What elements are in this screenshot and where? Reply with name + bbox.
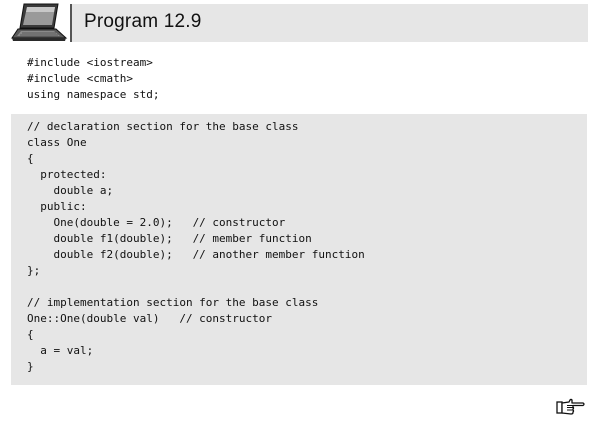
code-line: One(double = 2.0); // constructor (27, 216, 286, 229)
code-line: } (27, 360, 34, 373)
code-line: { (27, 152, 34, 165)
pointing-hand-icon[interactable] (556, 398, 586, 416)
code-block: // declaration section for the base clas… (27, 119, 365, 375)
code-line: protected: (27, 168, 107, 181)
code-line: }; (27, 264, 41, 277)
laptop-icon (11, 3, 68, 41)
page-title: Program 12.9 (84, 11, 202, 32)
code-line: One::One(double val) // constructor (27, 312, 273, 325)
code-line: a = val; (27, 344, 94, 357)
code-line: // implementation section for the base c… (27, 296, 319, 309)
code-line: #include <cmath> (27, 72, 133, 85)
include-directives: #include <iostream> #include <cmath> usi… (27, 55, 159, 103)
code-line: class One (27, 136, 87, 149)
code-line: // declaration section for the base clas… (27, 120, 299, 133)
title-box: Program 12.9 (70, 4, 588, 42)
code-panel: // declaration section for the base clas… (11, 114, 587, 385)
code-line: double a; (27, 184, 114, 197)
code-line: #include <iostream> (27, 56, 153, 69)
code-line: double f1(double); // member function (27, 232, 312, 245)
code-line: public: (27, 200, 87, 213)
program-header: Program 12.9 (10, 0, 588, 46)
code-line: double f2(double); // another member fun… (27, 248, 365, 261)
code-line: using namespace std; (27, 88, 160, 101)
code-line: { (27, 328, 34, 341)
